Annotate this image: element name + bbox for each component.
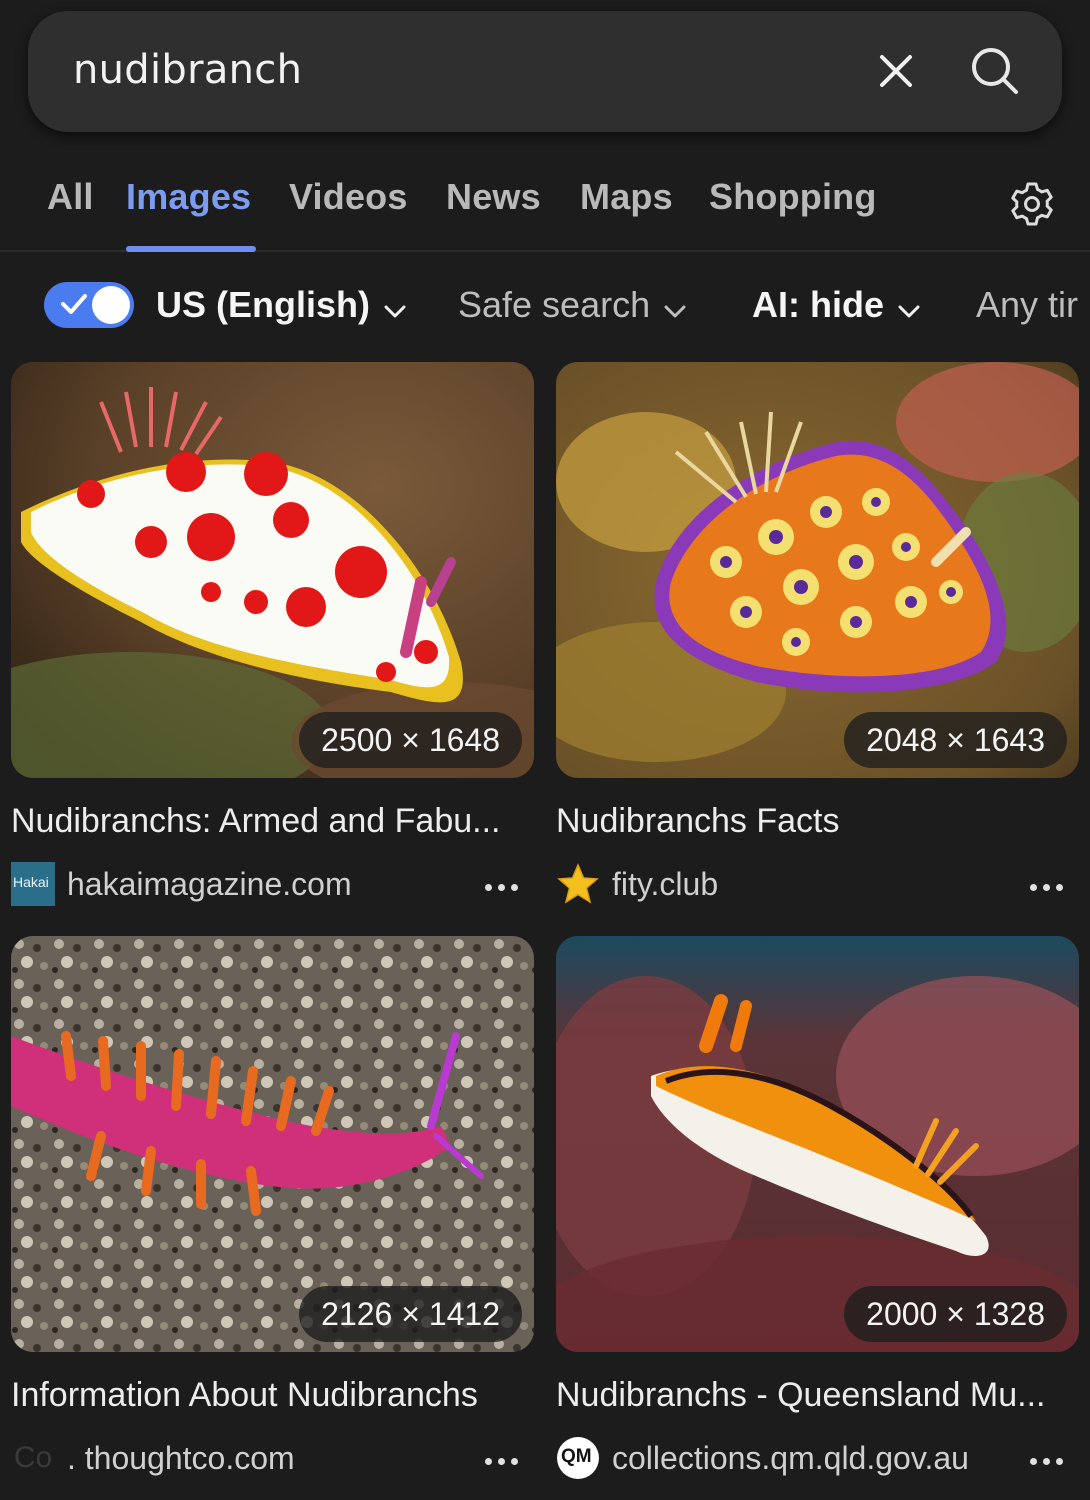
chevron-down-icon: [664, 286, 686, 328]
search-icon: [972, 48, 1018, 94]
search-button[interactable]: [963, 39, 1027, 103]
thoughtco-logo-text: Co: [13, 1441, 53, 1474]
tab-bar: All Images Videos News Maps Shopping: [0, 160, 1090, 252]
result-domain[interactable]: fity.club: [612, 866, 718, 903]
qm-logo-icon: QM: [556, 1436, 600, 1480]
result-title[interactable]: Nudibranchs - Queensland Mu...: [556, 1376, 1086, 1415]
image-dimensions-badge: 2126 × 1412: [299, 1286, 522, 1342]
time-dropdown[interactable]: Any tir: [976, 284, 1078, 326]
region-label: US (English): [156, 284, 370, 325]
result-thumbnail[interactable]: 2048 × 1643: [556, 362, 1079, 778]
thoughtco-logo-icon: Co: [11, 1436, 55, 1480]
ai-dropdown[interactable]: AI: hide: [752, 284, 920, 328]
qm-logo-text: QM: [561, 1446, 592, 1467]
image-dimensions-badge: 2048 × 1643: [844, 712, 1067, 768]
star-icon: [556, 862, 600, 906]
active-tab-indicator: [126, 246, 256, 252]
more-options-button[interactable]: [1021, 872, 1071, 902]
ai-label: AI: hide: [752, 284, 884, 325]
result-source: Co . thoughtco.com: [11, 1436, 534, 1482]
more-options-button[interactable]: [476, 1446, 526, 1476]
tab-videos[interactable]: Videos: [289, 176, 408, 218]
gear-icon: [1011, 182, 1053, 226]
hakai-logo-text: Hakai: [13, 874, 49, 890]
result-source: fity.club: [556, 862, 1079, 908]
tab-maps[interactable]: Maps: [580, 176, 673, 218]
check-icon: [61, 294, 87, 314]
chevron-down-icon: [898, 286, 920, 328]
toggle-knob: [92, 286, 130, 324]
clear-search-button[interactable]: [866, 41, 926, 101]
image-dimensions-badge: 2500 × 1648: [299, 712, 522, 768]
filter-bar: US (English) Safe search AI: hide Any ti…: [0, 254, 1090, 354]
tab-images[interactable]: Images: [126, 176, 251, 218]
more-options-button[interactable]: [476, 872, 526, 902]
region-dropdown[interactable]: US (English): [156, 284, 406, 328]
result-title[interactable]: Information About Nudibranchs: [11, 1376, 541, 1415]
settings-button[interactable]: [1004, 176, 1060, 232]
result-source: QM collections.qm.qld.gov.au: [556, 1436, 1079, 1482]
safe-search-label: Safe search: [458, 284, 651, 325]
result-domain[interactable]: collections.qm.qld.gov.au: [612, 1440, 969, 1477]
tab-all[interactable]: All: [47, 176, 94, 218]
more-options-button[interactable]: [1021, 1446, 1071, 1476]
result-thumbnail[interactable]: 2126 × 1412: [11, 936, 534, 1352]
search-bar[interactable]: nudibranch: [28, 11, 1062, 132]
result-domain[interactable]: hakaimagazine.com: [67, 866, 352, 903]
region-toggle[interactable]: [44, 282, 134, 328]
close-icon: [880, 55, 912, 87]
hakai-logo-icon: Hakai: [11, 862, 55, 906]
safe-search-dropdown[interactable]: Safe search: [458, 284, 686, 328]
result-source: Hakai hakaimagazine.com: [11, 862, 534, 908]
result-domain[interactable]: . thoughtco.com: [67, 1440, 295, 1477]
tab-news[interactable]: News: [446, 176, 541, 218]
image-dimensions-badge: 2000 × 1328: [844, 1286, 1067, 1342]
result-thumbnail[interactable]: 2500 × 1648: [11, 362, 534, 778]
chevron-down-icon: [384, 286, 406, 328]
result-title[interactable]: Nudibranchs: Armed and Fabu...: [11, 802, 541, 841]
tab-shopping[interactable]: Shopping: [709, 176, 877, 218]
search-input[interactable]: nudibranch: [73, 47, 302, 93]
result-thumbnail[interactable]: 2000 × 1328: [556, 936, 1079, 1352]
result-title[interactable]: Nudibranchs Facts: [556, 802, 1086, 841]
